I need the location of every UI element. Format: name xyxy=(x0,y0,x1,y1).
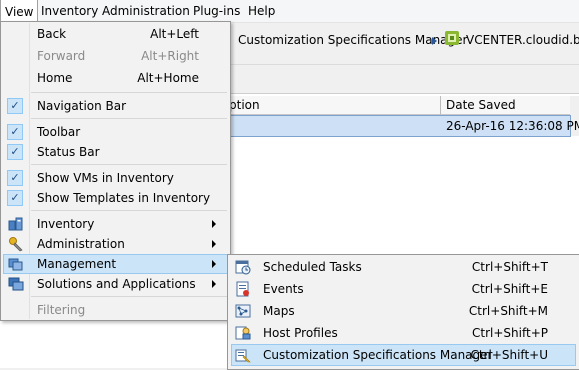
management-icon xyxy=(8,258,23,271)
submenu-item-shortcut: Ctrl+Shift+U xyxy=(470,348,548,362)
management-submenu: Scheduled Tasks Ctrl+Shift+T Events Ctrl… xyxy=(227,254,579,370)
menu-item-label: Management xyxy=(37,257,117,271)
menu-item-label: Home xyxy=(37,71,73,85)
menu-help[interactable]: Help xyxy=(243,0,280,22)
maps-icon xyxy=(235,304,251,318)
menu-item-label: Show Templates in Inventory xyxy=(37,191,211,205)
submenu-item-label: Host Profiles xyxy=(263,326,338,340)
breadcrumb-arrow-icon xyxy=(432,37,437,45)
checkmark-icon: ✓ xyxy=(7,144,23,160)
menu-inventory[interactable]: Inventory xyxy=(36,0,103,22)
menu-item-shortcut: Alt+Right xyxy=(141,49,199,63)
menu-administration[interactable]: Administration xyxy=(97,0,195,22)
menu-item-back[interactable]: Back Alt+Left xyxy=(3,24,229,44)
menu-item-shortcut: Alt+Home xyxy=(137,71,199,85)
menu-item-toolbar[interactable]: ✓ Toolbar xyxy=(3,122,229,142)
menu-item-status-bar[interactable]: ✓ Status Bar xyxy=(3,142,229,162)
vcenter-icon xyxy=(445,31,459,45)
menu-item-label: Toolbar xyxy=(37,125,81,139)
menu-item-label: Status Bar xyxy=(37,145,100,159)
table-cell-date-saved: 26-Apr-16 12:36:08 PM xyxy=(446,119,579,133)
menu-item-forward: Forward Alt+Right xyxy=(3,46,229,66)
menu-plugins[interactable]: Plug-ins xyxy=(188,0,245,22)
host-profiles-icon xyxy=(235,326,251,340)
menu-separator xyxy=(31,164,227,165)
menu-item-show-vms[interactable]: ✓ Show VMs in Inventory xyxy=(3,168,229,188)
menu-view[interactable]: View xyxy=(0,0,39,22)
menu-item-administration[interactable]: Administration xyxy=(3,234,229,254)
administration-icon xyxy=(9,237,23,252)
submenu-arrow-icon xyxy=(212,280,216,288)
menu-bar: View Inventory Administration Plug-ins H… xyxy=(0,0,579,23)
checkmark-icon: ✓ xyxy=(7,98,23,114)
submenu-item-label: Scheduled Tasks xyxy=(263,260,362,274)
menu-item-shortcut: Alt+Left xyxy=(150,27,199,41)
submenu-item-label: Events xyxy=(263,282,304,296)
scheduled-tasks-icon xyxy=(235,260,251,275)
menu-item-label: Navigation Bar xyxy=(37,99,127,113)
menu-item-label: Back xyxy=(37,27,67,41)
menu-item-show-templates[interactable]: ✓ Show Templates in Inventory xyxy=(3,188,229,208)
submenu-item-shortcut: Ctrl+Shift+M xyxy=(468,304,548,318)
solutions-icon xyxy=(8,277,24,291)
checkmark-icon: ✓ xyxy=(7,170,23,186)
customization-specs-icon xyxy=(235,349,251,363)
menu-item-home[interactable]: Home Alt+Home xyxy=(3,68,229,88)
menu-separator xyxy=(31,296,227,297)
column-header-date-saved[interactable]: Date Saved xyxy=(440,96,572,115)
view-menu: Back Alt+Left Forward Alt+Right Home Alt… xyxy=(0,21,231,321)
submenu-item-scheduled-tasks[interactable]: Scheduled Tasks Ctrl+Shift+T xyxy=(231,256,576,278)
menu-item-inventory[interactable]: Inventory xyxy=(3,214,229,234)
menu-item-label: Inventory xyxy=(37,217,95,231)
checkmark-icon: ✓ xyxy=(7,124,23,140)
menu-separator xyxy=(31,210,227,211)
submenu-arrow-icon xyxy=(212,260,216,268)
submenu-item-label: Customization Specifications Manager xyxy=(263,348,493,362)
menu-item-label: Solutions and Applications xyxy=(37,277,196,291)
submenu-item-shortcut: Ctrl+Shift+E xyxy=(471,282,548,296)
column-header-description[interactable]: ption xyxy=(226,96,441,115)
inventory-icon xyxy=(8,217,23,231)
submenu-item-shortcut: Ctrl+Shift+T xyxy=(471,260,548,274)
events-icon xyxy=(236,281,249,297)
submenu-item-events[interactable]: Events Ctrl+Shift+E xyxy=(231,278,576,300)
submenu-item-host-profiles[interactable]: Host Profiles Ctrl+Shift+P xyxy=(231,322,576,344)
submenu-arrow-icon xyxy=(212,240,216,248)
menu-item-navigation-bar[interactable]: ✓ Navigation Bar xyxy=(3,96,229,116)
checkmark-icon: ✓ xyxy=(7,190,23,206)
menu-item-solutions[interactable]: Solutions and Applications xyxy=(3,274,229,294)
menu-item-label: Administration xyxy=(37,237,125,251)
menu-item-filtering: Filtering xyxy=(3,300,229,320)
breadcrumb-vcenter[interactable]: VCENTER.cloudid.biz xyxy=(466,33,579,47)
menu-item-management[interactable]: Management xyxy=(3,254,229,274)
menu-separator xyxy=(31,92,227,93)
menu-item-label: Filtering xyxy=(37,303,86,317)
menu-item-label: Forward xyxy=(37,49,86,63)
submenu-arrow-icon xyxy=(212,220,216,228)
submenu-item-customization-specs[interactable]: Customization Specifications Manager Ctr… xyxy=(231,344,576,366)
menu-item-label: Show VMs in Inventory xyxy=(37,171,174,185)
submenu-item-label: Maps xyxy=(263,304,295,318)
submenu-item-maps[interactable]: Maps Ctrl+Shift+M xyxy=(231,300,576,322)
submenu-item-shortcut: Ctrl+Shift+P xyxy=(472,326,548,340)
menu-separator xyxy=(31,118,227,119)
